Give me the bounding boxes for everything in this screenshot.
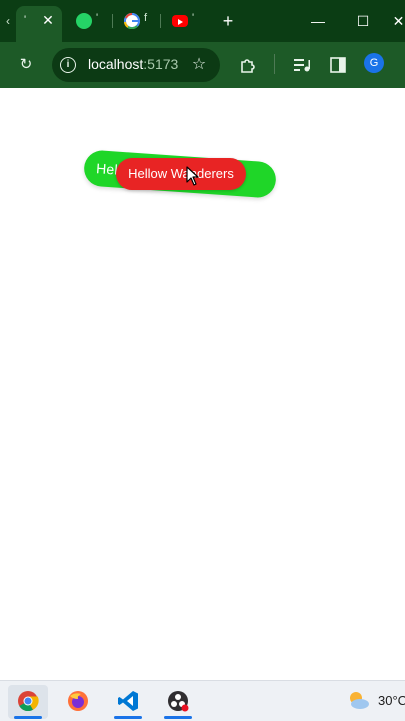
minimize-icon[interactable]: — [304,8,332,34]
red-pill[interactable]: Hellow Wanderers [116,158,246,190]
browser-toolbar: ↻ i localhost:5173 ☆ [0,42,405,88]
tab-google[interactable]: f [116,8,156,34]
reload-icon[interactable]: ↻ [14,53,38,77]
close-window-icon[interactable]: ✕ [392,8,405,34]
weather-icon[interactable] [346,689,370,711]
obs-icon [167,690,189,712]
open-indicator [164,716,192,719]
tab-whatsapp[interactable]: ' [68,8,108,34]
address-bar[interactable]: i localhost:5173 ☆ [52,48,220,82]
red-pill-text: Hellow Wanderers [128,166,234,181]
side-panel-icon[interactable] [326,53,350,77]
tab-label: ' [96,12,99,24]
temperature-text: 30°C [378,693,405,708]
site-info-icon[interactable]: i [60,57,76,73]
page-viewport: Hellow Wanderers Hellow Wanderers [0,88,405,680]
open-indicator [114,716,142,719]
chrome-icon [17,690,39,712]
taskbar-obs[interactable] [158,685,198,719]
maximize-icon[interactable]: ☐ [349,8,377,34]
mouse-cursor-icon [186,166,199,186]
firefox-icon [67,690,89,712]
google-icon [124,13,140,30]
taskbar-vscode[interactable] [108,685,148,719]
active-indicator [14,716,42,719]
tab-strip: ‹ ' ✕ ' f ' + — ☐ ✕ [0,0,405,42]
tab-youtube[interactable]: ' [164,8,204,34]
tab-label: ' [24,14,27,26]
profile-avatar[interactable]: G [364,53,384,73]
whatsapp-icon [76,13,92,29]
vscode-icon [117,690,139,712]
tab-label: ' [192,12,195,24]
new-tab-button[interactable]: + [218,9,238,33]
tab-label: f [144,12,148,24]
youtube-icon [172,15,188,27]
tab-divider [112,14,113,28]
taskbar-firefox[interactable] [58,685,98,719]
extensions-icon[interactable] [236,53,260,77]
url-text: localhost:5173 [88,56,179,72]
toolbar-divider [274,54,275,74]
tab-partial[interactable]: ‹ [0,8,16,34]
tab-active[interactable]: ' ✕ [16,6,62,42]
tab-divider [160,14,161,28]
taskbar-chrome[interactable] [8,685,48,719]
media-control-icon[interactable] [290,53,314,77]
close-icon[interactable]: ✕ [40,12,56,28]
os-taskbar: 30°C [0,680,405,721]
bookmark-star-icon[interactable]: ☆ [188,54,210,76]
